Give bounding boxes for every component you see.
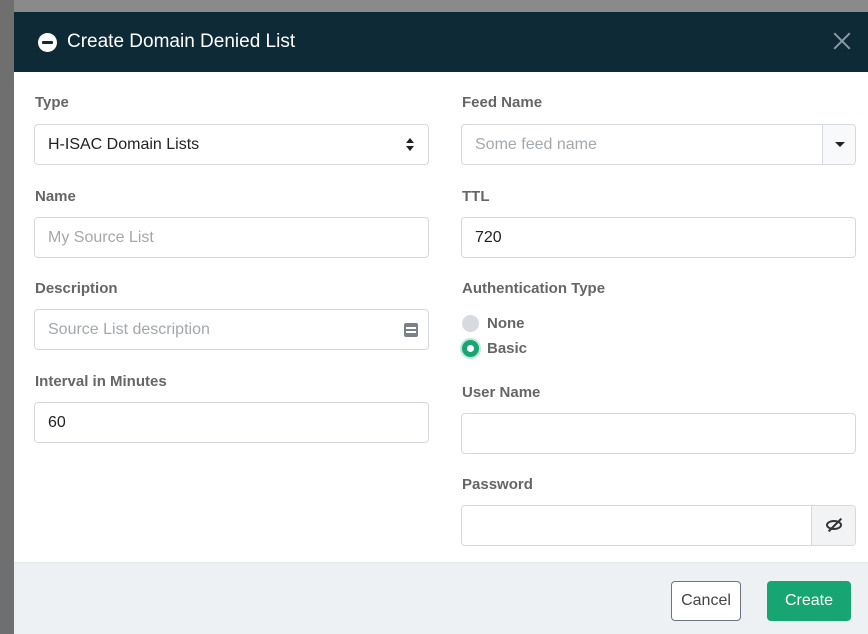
password-input[interactable]: [461, 505, 856, 546]
auth-option-none-label: None: [487, 315, 525, 332]
backdrop: [0, 0, 868, 12]
ttl-input[interactable]: 720: [461, 217, 856, 258]
backdrop-left: [0, 0, 14, 634]
feed-name-dropdown-button[interactable]: [822, 125, 855, 164]
description-placeholder: Source List description: [48, 320, 210, 338]
name-input[interactable]: My Source List: [34, 217, 429, 258]
interval-label: Interval in Minutes: [35, 373, 167, 390]
ttl-label: TTL: [462, 188, 490, 205]
interval-value: 60: [48, 413, 66, 431]
toggle-password-visibility-button[interactable]: [811, 506, 855, 545]
auth-option-none[interactable]: None: [462, 315, 525, 332]
text-expander-icon[interactable]: [404, 323, 418, 337]
modal-footer: Cancel Create: [14, 562, 868, 634]
radio-unselected-icon[interactable]: [462, 315, 479, 332]
modal-title: Create Domain Denied List: [67, 31, 296, 52]
create-domain-denied-list-modal: Create Domain Denied List Type H-ISAC Do…: [14, 12, 868, 634]
close-icon[interactable]: [830, 29, 854, 53]
auth-option-basic-label: Basic: [487, 340, 528, 357]
create-button[interactable]: Create: [767, 581, 851, 621]
description-label: Description: [35, 280, 118, 297]
select-arrows-icon: [406, 138, 414, 152]
type-label: Type: [35, 94, 69, 111]
user-name-label: User Name: [462, 384, 541, 401]
ttl-value: 720: [475, 228, 502, 246]
radio-selected-icon[interactable]: [462, 340, 479, 357]
type-select[interactable]: H-ISAC Domain Lists: [34, 124, 429, 165]
password-label: Password: [462, 476, 533, 493]
auth-option-basic[interactable]: Basic: [462, 340, 527, 357]
feed-name-select[interactable]: Some feed name: [461, 124, 856, 165]
user-name-input[interactable]: [461, 413, 856, 454]
auth-type-label: Authentication Type: [462, 280, 606, 297]
description-textarea[interactable]: Source List description: [34, 309, 429, 350]
type-select-value: H-ISAC Domain Lists: [48, 135, 200, 153]
minus-circle-icon: [38, 32, 57, 52]
modal-header: Create Domain Denied List: [14, 12, 868, 72]
interval-input[interactable]: 60: [34, 402, 429, 443]
eye-slash-icon: [826, 520, 842, 530]
feed-name-placeholder: Some feed name: [475, 135, 597, 153]
name-label: Name: [35, 188, 76, 205]
feed-name-label: Feed Name: [462, 94, 543, 111]
cancel-button[interactable]: Cancel: [671, 581, 741, 621]
name-input-placeholder: My Source List: [48, 228, 154, 246]
